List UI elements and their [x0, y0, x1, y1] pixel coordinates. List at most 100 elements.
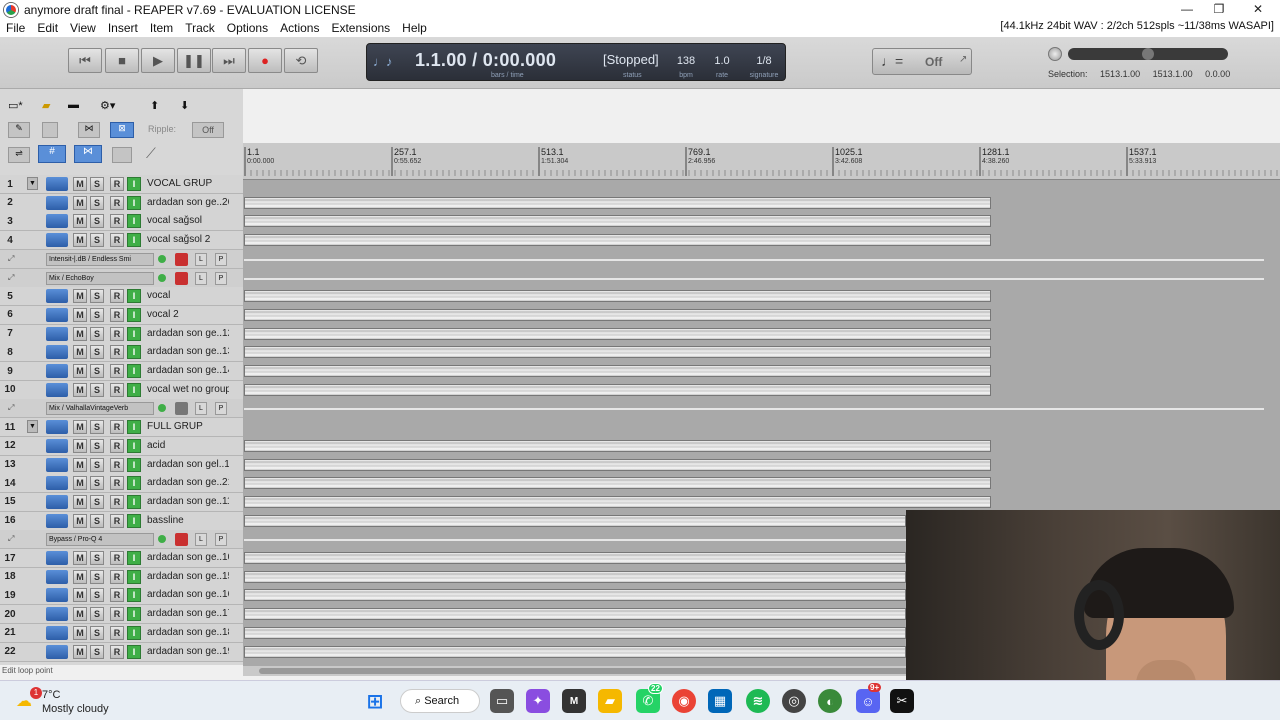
input-monitor-button[interactable]: I: [127, 177, 141, 191]
mute-button[interactable]: M: [73, 476, 87, 491]
timeline-ruler[interactable]: 1.1 0:00.000 257.1 0:55.652 513.1 1:51.304 769…: [243, 143, 1280, 180]
solo-button[interactable]: S: [90, 513, 104, 528]
restore-button[interactable]: ❐: [1204, 1, 1234, 18]
solo-button[interactable]: S: [90, 364, 104, 378]
envelope-active-icon[interactable]: [158, 535, 166, 544]
envelope-name[interactable]: Mix / EchoBoy: [46, 271, 154, 285]
latch-button[interactable]: L: [195, 533, 207, 547]
track-row[interactable]: 1 ▼ M S R I VOCAL GRUP: [0, 175, 243, 194]
solo-button[interactable]: S: [90, 177, 104, 191]
mute-button[interactable]: M: [73, 420, 87, 435]
track-io-button[interactable]: [46, 214, 68, 229]
track-row[interactable]: 18 M S R Iardadan son ge..15: [0, 567, 243, 587]
arrow-up-icon[interactable]: ⬆: [150, 99, 159, 112]
go-to-end-button[interactable]: ⏭: [212, 48, 246, 73]
record-arm-button[interactable]: R: [110, 625, 124, 640]
track-name[interactable]: ardadan son ge..15: [147, 571, 229, 582]
media-item[interactable]: [244, 514, 906, 527]
track-name[interactable]: ardadan son ge..10: [147, 552, 229, 563]
track-row[interactable]: 16 M S R Ibassline: [0, 511, 243, 531]
menu-options[interactable]: Options: [221, 21, 274, 35]
track-io-button[interactable]: [46, 457, 68, 472]
slider-handle[interactable]: [1142, 48, 1154, 60]
go-to-start-button[interactable]: ⏮: [68, 48, 102, 73]
track-name[interactable]: ardadan son gel..1: [147, 459, 229, 470]
mute-button[interactable]: M: [73, 494, 87, 509]
mute-button[interactable]: M: [73, 551, 87, 565]
mute-button[interactable]: M: [73, 513, 87, 528]
bpm-value[interactable]: 138: [671, 55, 701, 67]
track-io-button[interactable]: [46, 494, 68, 509]
media-item[interactable]: [244, 290, 991, 303]
track-name[interactable]: vocal sağsol 2: [147, 234, 229, 245]
mute-button[interactable]: M: [73, 588, 87, 603]
envelope-name[interactable]: Intensit-|.dB / Endless Smi: [46, 252, 154, 266]
envelope-name[interactable]: Mix / ValhallaVintageVerb: [46, 402, 154, 416]
transport-display[interactable]: ♩♪ 1.1.00 / 0:00.000 bars / time [Stoppe…: [366, 43, 786, 81]
track-io-button[interactable]: [46, 233, 68, 248]
media-item[interactable]: [244, 626, 906, 639]
input-monitor-button[interactable]: I: [127, 195, 141, 210]
mute-button[interactable]: M: [73, 382, 87, 397]
record-arm-button[interactable]: R: [110, 177, 124, 191]
media-item[interactable]: [244, 645, 906, 658]
stop-button[interactable]: ■: [105, 48, 139, 73]
envelope-tool-icon[interactable]: ⇌: [8, 147, 30, 163]
solo-button[interactable]: S: [90, 551, 104, 565]
media-item[interactable]: [244, 383, 991, 396]
record-arm-button[interactable]: R: [110, 382, 124, 397]
media-item[interactable]: [244, 346, 991, 359]
track-io-button[interactable]: [46, 513, 68, 528]
mute-button[interactable]: M: [73, 438, 87, 453]
mute-button[interactable]: M: [73, 345, 87, 360]
track-row[interactable]: 20 M S R Iardadan son ge..17: [0, 605, 243, 625]
position-readout[interactable]: 1.1.00 / 0:00.000: [415, 50, 556, 71]
solo-button[interactable]: S: [90, 625, 104, 640]
mute-button[interactable]: M: [73, 307, 87, 322]
track-io-button[interactable]: [46, 382, 68, 397]
track-row[interactable]: 22 M S R Iardadan son ge..19: [0, 642, 243, 662]
mute-button[interactable]: M: [73, 233, 87, 248]
input-monitor-button[interactable]: I: [127, 607, 141, 622]
track-name[interactable]: ardadan son ge..26: [147, 197, 229, 208]
record-arm-button[interactable]: R: [110, 364, 124, 378]
record-arm-button[interactable]: R: [110, 233, 124, 248]
track-io-button[interactable]: [46, 289, 68, 304]
record-arm-button[interactable]: R: [110, 345, 124, 360]
selection-end[interactable]: 1513.1.00: [1153, 69, 1193, 79]
folder-toggle-icon[interactable]: ▼: [27, 177, 38, 190]
solo-button[interactable]: S: [90, 607, 104, 622]
track-name[interactable]: bassline: [147, 515, 229, 526]
track-name[interactable]: ardadan son ge..11: [147, 496, 229, 507]
save-icon[interactable]: ▬: [68, 99, 79, 111]
task-view-icon[interactable]: ▭: [490, 689, 514, 713]
selection-start[interactable]: 1513.1.00: [1100, 69, 1140, 79]
track-io-button[interactable]: [46, 438, 68, 453]
envelope-lane[interactable]: ⤢ Mix / ValhallaVintageVerb L P: [0, 399, 243, 419]
envelope-arm-button[interactable]: [175, 533, 188, 547]
mute-button[interactable]: M: [73, 625, 87, 640]
reaper-taskbar-icon[interactable]: ◐: [818, 689, 842, 713]
record-arm-button[interactable]: R: [110, 420, 124, 435]
crossfade-icon[interactable]: ⋈: [78, 122, 100, 138]
latch-button[interactable]: L: [195, 271, 207, 285]
store-icon[interactable]: ▦: [708, 689, 732, 713]
capcut-icon[interactable]: ✂: [890, 689, 914, 713]
media-item[interactable]: [244, 196, 991, 209]
media-item[interactable]: [244, 458, 991, 471]
media-item[interactable]: [244, 215, 991, 228]
envelope-arm-button[interactable]: [175, 252, 188, 266]
solo-button[interactable]: S: [90, 233, 104, 248]
pause-button[interactable]: ❚❚: [177, 48, 211, 73]
master-volume-slider[interactable]: [1068, 48, 1228, 60]
solo-button[interactable]: S: [90, 289, 104, 304]
track-name[interactable]: FULL GRUP: [147, 421, 229, 432]
menu-actions[interactable]: Actions: [274, 21, 325, 35]
mute-button[interactable]: M: [73, 177, 87, 191]
track-row[interactable]: 8 M S R Iardadan son ge..13: [0, 343, 243, 363]
group-edit-icon[interactable]: ⊠: [110, 122, 134, 138]
menu-edit[interactable]: Edit: [31, 21, 64, 35]
play-envelope-button[interactable]: P: [215, 402, 227, 416]
record-arm-button[interactable]: R: [110, 307, 124, 322]
input-monitor-button[interactable]: I: [127, 569, 141, 584]
